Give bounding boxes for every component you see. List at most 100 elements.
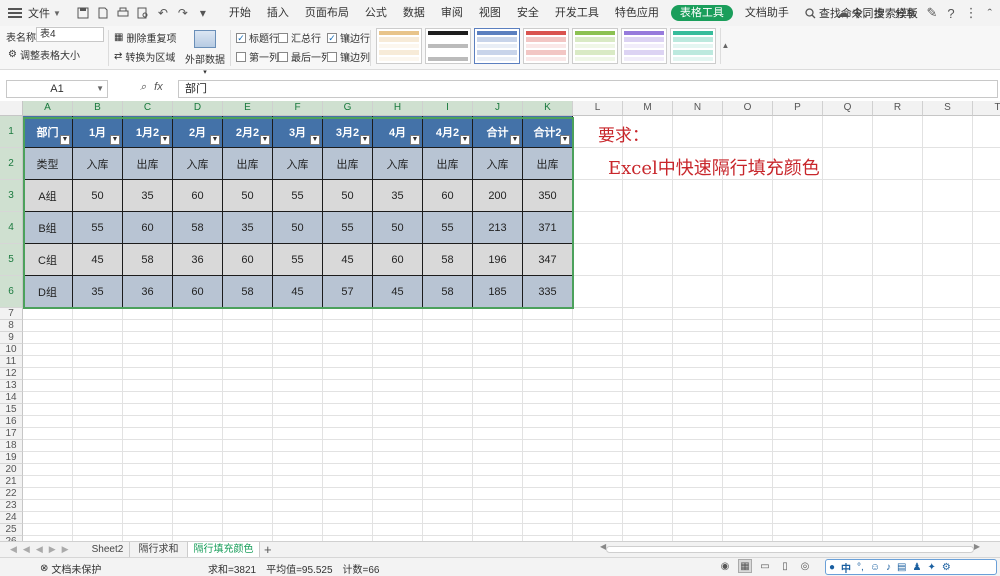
column-header-q[interactable]: Q	[823, 101, 873, 116]
tab-page-layout[interactable]: 页面布局	[297, 0, 357, 26]
table-cell[interactable]: A组	[23, 180, 73, 212]
column-header-c[interactable]: C	[123, 101, 173, 116]
reading-mode-icon[interactable]: ◎	[798, 559, 812, 573]
row-header[interactable]: 19	[0, 452, 23, 464]
row-header[interactable]: 13	[0, 380, 23, 392]
scrollbar-thumb[interactable]	[606, 546, 974, 553]
table-cell[interactable]: 57	[323, 276, 373, 308]
row-header[interactable]: 4	[0, 212, 23, 244]
table-cell[interactable]: 入库	[373, 148, 423, 180]
table-cell[interactable]: 35	[373, 180, 423, 212]
tab-home[interactable]: 开始	[221, 0, 259, 26]
chevron-down-icon[interactable]: ▼	[53, 9, 61, 18]
add-sheet-icon[interactable]: +	[264, 542, 272, 557]
table-style-swatch[interactable]	[670, 28, 716, 64]
column-header-d[interactable]: D	[173, 101, 223, 116]
row-header[interactable]: 2	[0, 148, 23, 180]
tab-security[interactable]: 安全	[509, 0, 547, 26]
filter-dropdown-icon[interactable]: ▼	[110, 135, 120, 145]
save-icon[interactable]	[75, 5, 91, 21]
column-header-l[interactable]: L	[573, 101, 623, 116]
column-header-g[interactable]: G	[323, 101, 373, 116]
table-cell[interactable]: 60	[123, 212, 173, 244]
table-cell[interactable]: 58	[173, 212, 223, 244]
table-cell[interactable]: 55	[323, 212, 373, 244]
name-box[interactable]: A1 ▼	[6, 80, 108, 98]
column-header-o[interactable]: O	[723, 101, 773, 116]
print-preview-icon[interactable]	[135, 5, 151, 21]
table-cell[interactable]: 60	[423, 180, 473, 212]
column-header-h[interactable]: H	[373, 101, 423, 116]
checkbox-last-column[interactable]: 最后一列	[278, 49, 331, 64]
column-header-j[interactable]: J	[473, 101, 523, 116]
table-header-cell[interactable]: 4月 ▼	[373, 116, 423, 148]
column-header-r[interactable]: R	[873, 101, 923, 116]
table-cell[interactable]: 出库	[123, 148, 173, 180]
row-header[interactable]: 24	[0, 512, 23, 524]
table-header-cell[interactable]: 合计 ▼	[473, 116, 523, 148]
row-header[interactable]: 7	[0, 308, 23, 320]
table-name-input[interactable]: 表4	[36, 27, 104, 42]
table-cell[interactable]: 55	[423, 212, 473, 244]
help-icon[interactable]: ?	[947, 6, 954, 21]
table-cell[interactable]: 371	[523, 212, 573, 244]
table-style-swatch[interactable]	[425, 28, 471, 64]
tab-data[interactable]: 数据	[395, 0, 433, 26]
column-header-n[interactable]: N	[673, 101, 723, 116]
tab-view[interactable]: 视图	[471, 0, 509, 26]
row-header[interactable]: 16	[0, 416, 23, 428]
table-header-cell[interactable]: 2月 ▼	[173, 116, 223, 148]
table-style-swatch[interactable]	[572, 28, 618, 64]
spreadsheet-grid[interactable]: A B C D E F G H I J K L M N O P Q R S T 1 2 3 4 5 6 7 8 9 10 11 12 13 14 1…	[0, 101, 1000, 541]
row-header[interactable]: 5	[0, 244, 23, 276]
table-cell[interactable]: C组	[23, 244, 73, 276]
normal-view-icon[interactable]: ▦	[738, 559, 752, 573]
column-header-m[interactable]: M	[623, 101, 673, 116]
table-cell[interactable]: 60	[173, 276, 223, 308]
table-cell[interactable]: 60	[373, 244, 423, 276]
row-header[interactable]: 9	[0, 332, 23, 344]
table-header-cell[interactable]: 2月2 ▼	[223, 116, 273, 148]
remove-duplicates-button[interactable]: ▦ 删除重复项	[114, 30, 176, 45]
row-header[interactable]: 21	[0, 476, 23, 488]
table-cell[interactable]: 50	[373, 212, 423, 244]
table-cell[interactable]: 35	[73, 276, 123, 308]
filter-dropdown-icon[interactable]: ▼	[560, 135, 570, 145]
style-gallery-more-icon[interactable]: ▲	[720, 28, 730, 64]
table-cell[interactable]: 入库	[473, 148, 523, 180]
row-header[interactable]: 15	[0, 404, 23, 416]
page-break-view-icon[interactable]: ▯	[778, 559, 792, 573]
row-header[interactable]: 10	[0, 344, 23, 356]
filter-dropdown-icon[interactable]: ▼	[410, 135, 420, 145]
table-cell[interactable]: 213	[473, 212, 523, 244]
table-cell[interactable]: 45	[373, 276, 423, 308]
table-cell[interactable]: 36	[123, 276, 173, 308]
row-header[interactable]: 18	[0, 440, 23, 452]
filter-dropdown-icon[interactable]: ▼	[260, 135, 270, 145]
tab-table-tools[interactable]: 表格工具	[670, 5, 733, 21]
table-header-cell[interactable]: 3月 ▼	[273, 116, 323, 148]
table-cell[interactable]: 入库	[173, 148, 223, 180]
checkbox-header-row[interactable]: ✓ 标题行	[236, 30, 279, 45]
row-header[interactable]: 20	[0, 464, 23, 476]
table-cell[interactable]: 58	[423, 276, 473, 308]
table-cell[interactable]: 55	[273, 180, 323, 212]
sheet-tab-alt-sum[interactable]: 隔行求和	[130, 542, 188, 557]
table-cell[interactable]: 58	[423, 244, 473, 276]
table-cell[interactable]: 50	[73, 180, 123, 212]
insert-function-button[interactable]: fx	[154, 81, 163, 94]
table-cell[interactable]: 347	[523, 244, 573, 276]
eye-protection-icon[interactable]: ◉	[718, 559, 732, 573]
edit-icon[interactable]: ✎	[927, 5, 938, 21]
table-cell[interactable]: 196	[473, 244, 523, 276]
table-header-cell[interactable]: 1月2 ▼	[123, 116, 173, 148]
table-cell[interactable]: 入库	[273, 148, 323, 180]
filter-dropdown-icon[interactable]: ▼	[210, 135, 220, 145]
tab-formulas[interactable]: 公式	[357, 0, 395, 26]
table-header-cell[interactable]: 4月2 ▼	[423, 116, 473, 148]
row-header[interactable]: 17	[0, 428, 23, 440]
convert-to-range-button[interactable]: ⇄ 转换为区域	[114, 49, 175, 64]
column-header-p[interactable]: P	[773, 101, 823, 116]
table-cell[interactable]: 58	[223, 276, 273, 308]
filter-dropdown-icon[interactable]: ▼	[510, 135, 520, 145]
